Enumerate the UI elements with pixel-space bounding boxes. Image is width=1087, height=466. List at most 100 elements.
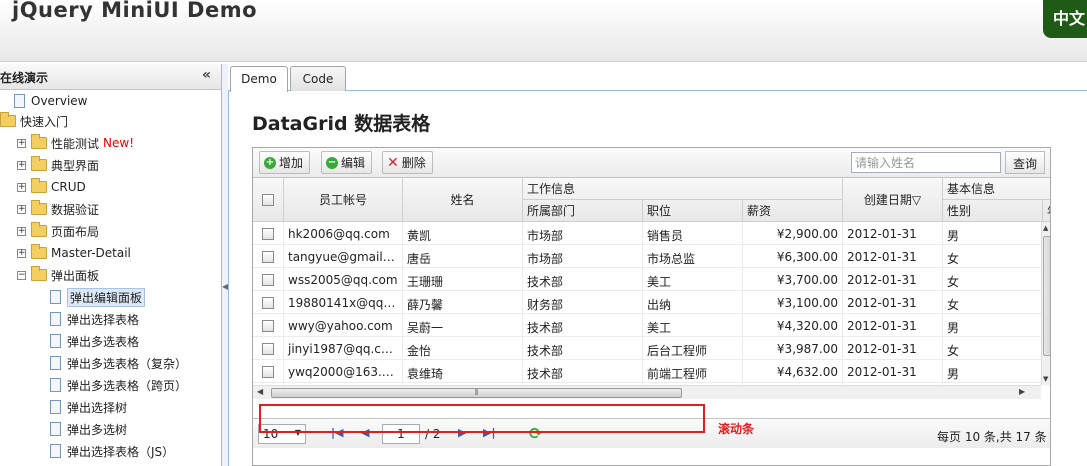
tree-item-popup-multi-tree[interactable]: 弹出多选树 <box>50 418 127 440</box>
tree-item-crud[interactable]: + CRUD <box>17 176 86 198</box>
expand-icon[interactable]: + <box>17 204 26 214</box>
search-button[interactable]: 查询 <box>1005 151 1045 174</box>
select-all-checkbox[interactable] <box>262 193 274 206</box>
cell-salary: ¥3,700.00 <box>743 268 843 291</box>
add-button[interactable]: + 增加 <box>259 151 311 174</box>
scroll-down-icon[interactable]: ▼ <box>1043 375 1048 383</box>
header-extra[interactable]: 年 <box>1043 200 1050 222</box>
row-select-cell[interactable] <box>253 291 284 314</box>
row-checkbox[interactable] <box>262 227 274 240</box>
tree-item-popup-select-grid-js[interactable]: 弹出选择表格（JS） <box>50 440 174 462</box>
cell-dept: 技术部 <box>523 337 643 360</box>
tree-item-overview[interactable]: Overview <box>14 90 88 112</box>
cell-position: 销售员 <box>643 222 743 245</box>
tree-item-popup-panel[interactable]: − 弹出面板 <box>17 264 99 286</box>
cell-position: 出纳 <box>643 291 743 314</box>
cell-name: 王珊珊 <box>403 268 523 291</box>
row-checkbox[interactable] <box>262 296 274 309</box>
table-row[interactable]: wss2005@qq.com 王珊珊 技术部 美工 ¥3,700.00 2012-01-3… <box>253 268 1041 291</box>
tree-item-validation[interactable]: + 数据验证 <box>17 198 99 220</box>
folder-icon <box>31 222 47 237</box>
tree-item-popup-multi-complex[interactable]: 弹出多选表格（复杂） <box>50 352 187 374</box>
cell-date: 2012-01-31 <box>843 337 943 360</box>
tree-item-typical-ui[interactable]: + 典型界面 <box>17 154 99 176</box>
cell-salary: ¥4,632.00 <box>743 360 843 383</box>
scroll-up-icon[interactable]: ▲ <box>1043 224 1048 232</box>
row-select-cell[interactable] <box>253 314 284 337</box>
vertical-scrollbar[interactable]: ▲ ▼ <box>1041 222 1050 385</box>
header-gender[interactable]: 性别 <box>943 200 1043 222</box>
cell-position: 美工 <box>643 268 743 291</box>
cell-salary: ¥3,987.00 <box>743 337 843 360</box>
delete-icon: ✕ <box>387 154 399 171</box>
row-checkbox[interactable] <box>262 250 274 263</box>
expand-icon[interactable]: + <box>17 160 26 170</box>
tab-code[interactable]: Code <box>290 66 346 91</box>
cell-date: 2012-01-31 <box>843 268 943 291</box>
horizontal-scroll-thumb[interactable]: ⦀ <box>271 388 682 398</box>
vertical-scroll-thumb[interactable] <box>1043 236 1050 356</box>
tree-item-layout[interactable]: + 页面布局 <box>17 220 99 242</box>
row-checkbox[interactable] <box>262 273 274 286</box>
tab-demo[interactable]: Demo <box>230 66 288 92</box>
header-salary[interactable]: 薪资 <box>743 200 843 222</box>
tree-item-quickstart[interactable]: 快速入门 <box>0 110 68 132</box>
row-select-cell[interactable] <box>253 360 284 383</box>
document-icon <box>50 290 61 304</box>
row-checkbox[interactable] <box>262 342 274 355</box>
tree-item-popup-multi-grid[interactable]: 弹出多选表格 <box>50 330 139 352</box>
header-name[interactable]: 姓名 <box>403 178 523 222</box>
table-row[interactable]: hk2006@qq.com 黄凯 市场部 销售员 ¥2,900.00 2012-01-31… <box>253 222 1041 245</box>
expand-icon[interactable]: + <box>17 138 26 148</box>
expand-icon[interactable]: + <box>17 248 26 258</box>
cell-gender: 男 <box>943 222 1041 245</box>
delete-button[interactable]: ✕ 删除 <box>382 151 433 174</box>
document-icon <box>50 400 61 414</box>
tree-item-popup-select-grid[interactable]: 弹出选择表格 <box>50 308 139 330</box>
tree-item-popup-select-tree[interactable]: 弹出选择树 <box>50 396 127 418</box>
table-row[interactable]: jinyi1987@qq.com 金怡 技术部 后台工程师 ¥3,987.00 2012-… <box>253 337 1041 360</box>
scrollbar-highlight-box <box>259 404 705 433</box>
cell-dept: 市场部 <box>523 245 643 268</box>
tree-item-popup-multi-crosspage[interactable]: 弹出多选表格（跨页） <box>50 374 187 396</box>
select-all-cell[interactable] <box>253 178 284 222</box>
grid-body: hk2006@qq.com 黄凯 市场部 销售员 ¥2,900.00 2012-01-31… <box>253 222 1041 385</box>
row-select-cell[interactable] <box>253 245 284 268</box>
cell-gender: 女 <box>943 291 1041 314</box>
tree-item-performance[interactable]: + 性能测试 New! <box>17 132 134 154</box>
cell-account: hk2006@qq.com <box>284 222 403 245</box>
grid-header: 员工帐号 姓名 工作信息 所属部门 职位 薪资 创建日期▽ 基本信息 性别 年 <box>253 178 1050 222</box>
edit-button[interactable]: − 编辑 <box>321 151 373 174</box>
cell-dept: 市场部 <box>523 222 643 245</box>
horizontal-scrollbar[interactable]: ◀ ⦀ ▶ <box>253 385 1041 399</box>
row-select-cell[interactable] <box>253 222 284 245</box>
header-created-date[interactable]: 创建日期▽ <box>843 178 943 222</box>
table-row[interactable]: ywq2000@163.com 袁维琦 技术部 前端工程师 ¥4,632.00 2012-… <box>253 360 1041 383</box>
row-checkbox[interactable] <box>262 365 274 378</box>
tree-item-master-detail[interactable]: + Master-Detail <box>17 242 131 264</box>
header-position[interactable]: 职位 <box>643 200 743 222</box>
cell-gender: 女 <box>943 245 1041 268</box>
document-icon <box>50 312 61 326</box>
expand-icon[interactable]: + <box>17 182 26 192</box>
table-row[interactable]: tangyue@gmail.com 唐岳 市场部 市场总监 ¥6,300.00 2012-… <box>253 245 1041 268</box>
search-input[interactable] <box>851 152 1001 173</box>
expand-icon[interactable]: + <box>17 226 26 236</box>
tree-item-popup-edit[interactable]: 弹出编辑面板 <box>50 286 146 308</box>
language-button[interactable]: 中文 <box>1043 0 1087 38</box>
scroll-left-icon[interactable]: ◀ <box>257 387 263 396</box>
header-account[interactable]: 员工帐号 <box>284 178 403 222</box>
cell-date: 2012-01-31 <box>843 360 943 383</box>
table-row[interactable]: wwy@yahoo.com 吴蔚一 技术部 美工 ¥4,320.00 2012-01-31… <box>253 314 1041 337</box>
row-select-cell[interactable] <box>253 337 284 360</box>
scroll-right-icon[interactable]: ▶ <box>1019 387 1025 396</box>
collapse-icon[interactable]: « <box>202 67 211 83</box>
row-checkbox[interactable] <box>262 319 274 332</box>
tree-panel-header: 在线演示 « <box>0 64 221 90</box>
row-select-cell[interactable] <box>253 268 284 291</box>
collapse-node-icon[interactable]: − <box>17 270 26 280</box>
cell-name: 金怡 <box>403 337 523 360</box>
page-title: DataGrid 数据表格 <box>252 113 431 135</box>
table-row[interactable]: 19880141x@qq.c... 薛乃馨 财务部 出纳 ¥3,100.00 2012-0… <box>253 291 1041 314</box>
header-dept[interactable]: 所属部门 <box>523 200 643 222</box>
